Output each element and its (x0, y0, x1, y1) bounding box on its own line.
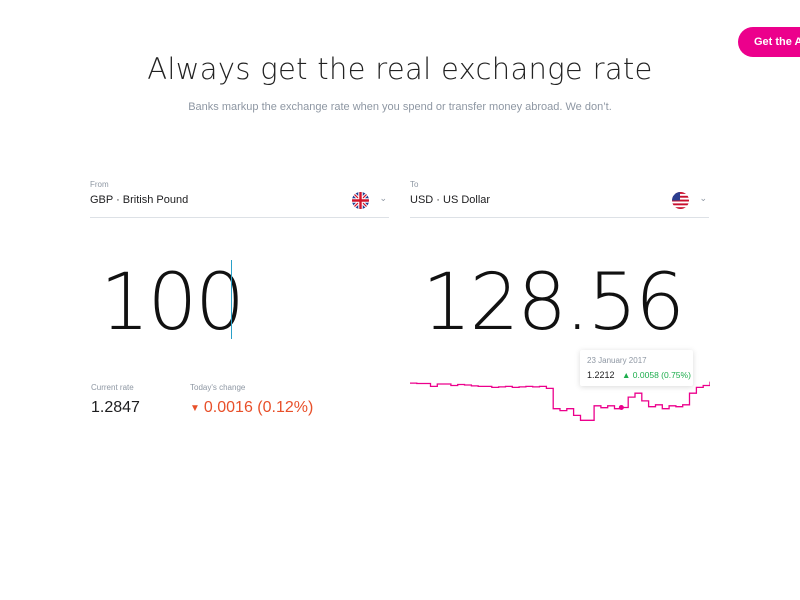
page-subtitle: Banks markup the exchange rate when you … (188, 101, 612, 113)
current-rate-value: 1.2847 (91, 399, 140, 416)
chart-tooltip: 23 January 2017 1.2212 ▲ 0.0058 (0.75%) (580, 350, 693, 386)
rate-line-series (410, 381, 710, 421)
tooltip-value: 1.2212 (587, 370, 615, 380)
chevron-down-icon[interactable]: ⌄ (699, 193, 707, 204)
from-currency-select[interactable]: From GBP · British Pound ⌄ (90, 178, 389, 218)
tooltip-date: 23 January 2017 (587, 356, 647, 365)
to-label: To (410, 180, 419, 189)
uk-flag-icon (352, 192, 369, 209)
page-title: Always get the real exchange rate (147, 52, 653, 86)
from-currency-value: GBP · British Pound (90, 194, 189, 206)
current-rate-label: Current rate (91, 383, 134, 392)
amount-input[interactable]: 100 (100, 258, 245, 348)
todays-change-label: Today's change (190, 383, 246, 392)
down-triangle-icon: ▼ (190, 403, 200, 414)
highlighted-point[interactable] (618, 405, 624, 411)
converted-amount: 128.56 (422, 258, 685, 348)
todays-change-value: ▼ 0.0016 (0.12%) (190, 399, 313, 417)
text-caret (231, 260, 232, 339)
tooltip-change: ▲ 0.0058 (0.75%) (622, 370, 691, 380)
to-currency-select[interactable]: To USD · US Dollar ⌄ (410, 178, 709, 218)
from-label: From (90, 180, 109, 189)
chevron-down-icon[interactable]: ⌄ (379, 193, 387, 204)
us-flag-icon (672, 192, 689, 209)
tooltip-change-text: 0.0058 (0.75%) (632, 370, 691, 380)
todays-change-text: 0.0016 (0.12%) (203, 399, 314, 416)
up-triangle-icon: ▲ (622, 370, 631, 380)
to-currency-value: USD · US Dollar (410, 194, 491, 206)
